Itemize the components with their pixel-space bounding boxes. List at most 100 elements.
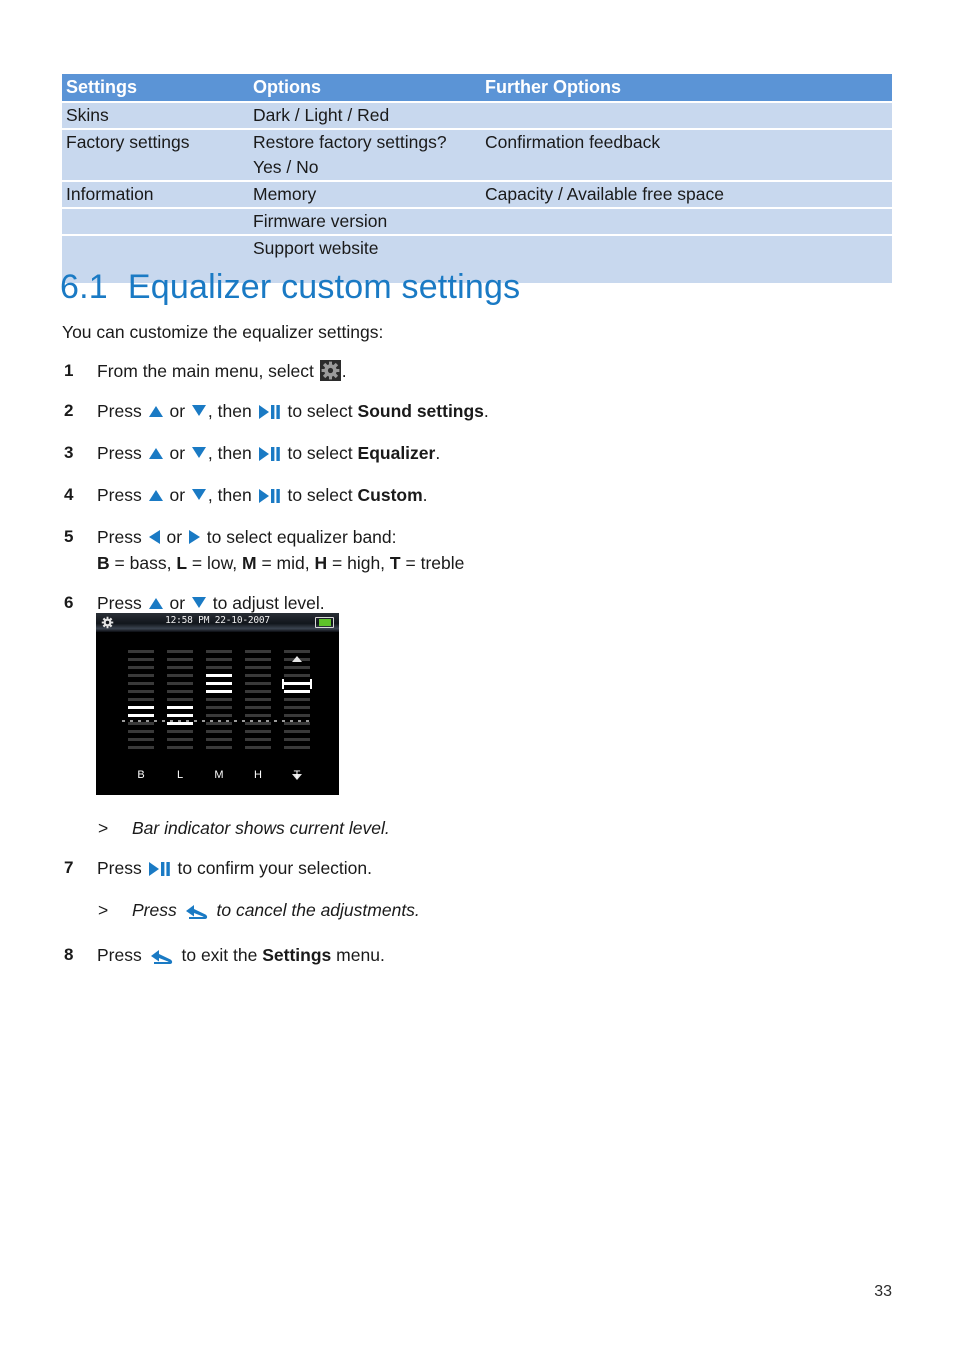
equalizer-segment [167, 706, 193, 709]
step-number: 8 [64, 945, 74, 964]
step-number: 3 [64, 443, 74, 462]
step-number: 7 [64, 858, 74, 877]
step-emphasis: Settings [262, 945, 332, 965]
band-desc-l: = low, [191, 553, 238, 573]
equalizer-segment [128, 666, 154, 669]
equalizer-segment [245, 722, 271, 725]
equalizer-segment [128, 706, 154, 709]
band-label-b: B [97, 553, 110, 573]
triangle-up-icon [148, 598, 163, 609]
step-emphasis: Custom [357, 485, 423, 505]
band-label-t: T [389, 553, 401, 573]
equalizer-segment [245, 650, 271, 653]
band-label-m: M [242, 553, 257, 573]
cell-settings: Skins [62, 101, 249, 129]
equalizer-band-b[interactable] [128, 650, 154, 754]
table-row: Firmware version [62, 207, 892, 235]
equalizer-segment [206, 746, 232, 749]
step-text: Press [97, 858, 142, 878]
equalizer-segment [284, 666, 310, 669]
equalizer-segment [167, 698, 193, 701]
note-marker: > [98, 818, 109, 838]
step-text-or: or [166, 527, 183, 547]
equalizer-segment [206, 706, 232, 709]
equalizer-segment [128, 738, 154, 741]
equalizer-band-m[interactable] [206, 650, 232, 754]
equalizer-band-h[interactable] [245, 650, 271, 754]
equalizer-segment [167, 738, 193, 741]
cell-options: Yes / No [253, 157, 319, 177]
triangle-up-icon [148, 448, 163, 459]
equalizer-segment [128, 658, 154, 661]
cell-further [481, 234, 892, 261]
triangle-left-icon [148, 530, 160, 544]
device-status-bar: 12:58 PM 22-10-2007 [96, 613, 339, 632]
note-text-end: to cancel the adjustments. [216, 900, 420, 920]
triangle-up-icon[interactable] [292, 656, 302, 662]
equalizer-segment [128, 650, 154, 653]
equalizer-segment [167, 666, 193, 669]
step-5: 5 Press or to select equalizer band: B =… [62, 524, 862, 576]
cell-settings: Factory settings [62, 128, 249, 155]
settings-table: Settings Options Further Options Skins D… [62, 74, 892, 283]
page-number: 33 [874, 1283, 892, 1300]
equalizer-segment [245, 690, 271, 693]
battery-icon [315, 617, 334, 628]
steps-list-continued: > Bar indicator shows current level. 7 P… [62, 815, 862, 987]
note-text: Press [132, 900, 177, 920]
equalizer-segment [206, 650, 232, 653]
back-arrow-icon [150, 947, 174, 973]
step-text-band: to select equalizer band: [206, 527, 397, 547]
triangle-up-icon [148, 490, 163, 501]
equalizer-segment [245, 746, 271, 749]
step-7: 7 Press to confirm your selection. [62, 855, 862, 883]
equalizer-segment [245, 698, 271, 701]
equalizer-segment [128, 698, 154, 701]
equalizer-band-label-m: M [214, 769, 224, 781]
table-row: Factory settings Restore factory setting… [62, 128, 892, 155]
step-text: Press [97, 593, 142, 613]
step-text-then: , then [207, 485, 252, 505]
table-row: Information Memory Capacity / Available … [62, 180, 892, 208]
equalizer-segment [128, 730, 154, 733]
cell-options: Firmware version [249, 207, 481, 235]
equalizer-band-label-b: B [137, 769, 145, 781]
step-text: Press [97, 945, 142, 965]
equalizer-segment [245, 674, 271, 677]
cell-options: Dark / Light / Red [249, 101, 481, 129]
equalizer-segment [284, 746, 310, 749]
step-text-or: or [169, 443, 186, 463]
band-label-h: H [314, 553, 328, 573]
equalizer-band-l[interactable] [167, 650, 193, 754]
equalizer-segment [167, 690, 193, 693]
equalizer-band-t[interactable] [282, 650, 312, 780]
band-desc-b: = bass, [114, 553, 172, 573]
note-cancel: > Press to cancel the adjustments. [62, 897, 862, 928]
step-text-select: to select [287, 443, 353, 463]
step-text-or: or [169, 485, 186, 505]
equalizer-level-handle[interactable] [282, 679, 312, 689]
triangle-down-icon [191, 489, 206, 500]
column-header-further-options: Further Options [481, 74, 892, 102]
step-text-end: . [483, 401, 489, 421]
equalizer-segment [206, 714, 232, 717]
step-number: 4 [64, 485, 74, 504]
equalizer-segment [284, 714, 310, 717]
equalizer-segment [206, 674, 232, 677]
table-header: Settings Options Further Options [62, 74, 892, 102]
step-text-end: . [435, 443, 441, 463]
step-text-end: to confirm your selection. [177, 858, 373, 878]
equalizer-segment [206, 698, 232, 701]
equalizer-band-label-t: T [293, 769, 301, 781]
step-text: From the main menu, select [97, 361, 314, 381]
equalizer-segment [206, 658, 232, 661]
equalizer-segment [284, 674, 310, 677]
step-text-then: , then [207, 443, 252, 463]
equalizer-segment [245, 666, 271, 669]
steps-list: 1 From the main menu, select . 2 Press o… [62, 358, 862, 630]
step-text-exit: to exit the [181, 945, 258, 965]
table-row: Support website [62, 234, 892, 261]
equalizer-segment [128, 682, 154, 685]
equalizer-segment [128, 722, 154, 725]
cell-settings [62, 207, 249, 235]
